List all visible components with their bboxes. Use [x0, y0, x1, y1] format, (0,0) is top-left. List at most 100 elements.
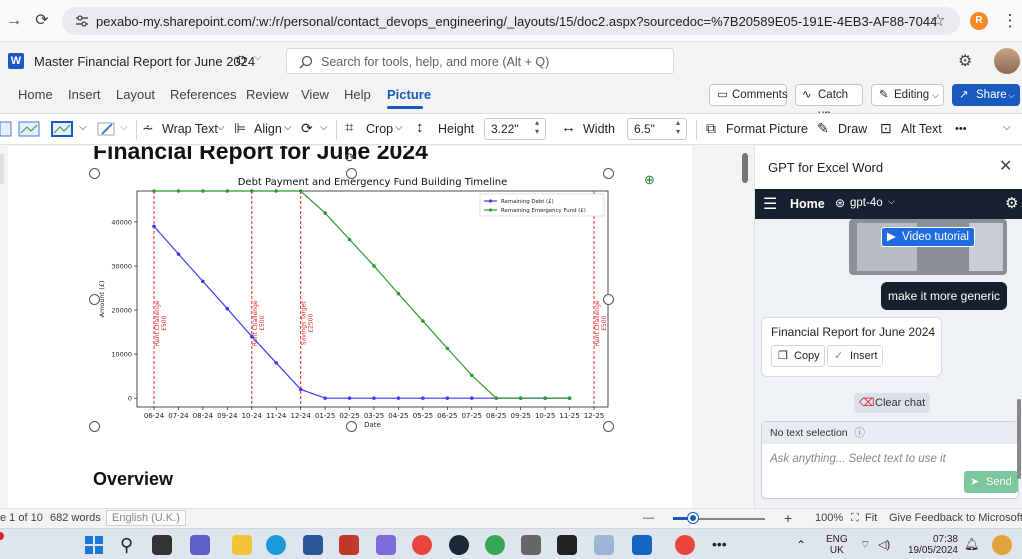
tab-review[interactable]: Review	[246, 87, 289, 102]
info-icon[interactable]: ⓘ	[855, 427, 866, 439]
user-avatar[interactable]	[994, 48, 1020, 74]
resize-handle[interactable]	[89, 168, 100, 179]
crop-button[interactable]: Crop	[366, 122, 393, 136]
alt-text-button[interactable]: Alt Text	[901, 122, 942, 136]
chrome-icon[interactable]	[412, 535, 432, 555]
windows-start-icon[interactable]	[84, 535, 104, 555]
close-icon[interactable]: ✕	[999, 156, 1012, 176]
chevron-down-icon[interactable]: ⌵	[254, 52, 262, 63]
settings-gear-icon[interactable]: ⚙	[958, 51, 972, 71]
more-options-button[interactable]: •••	[955, 123, 967, 135]
chevron-down-icon[interactable]: ⌵	[217, 122, 225, 133]
word-count[interactable]: 682 words	[50, 512, 101, 524]
chevron-down-icon[interactable]: ⌵	[888, 196, 895, 207]
catchup-button[interactable]: ∿ Catch up	[795, 84, 863, 121]
feedback-link[interactable]: Give Feedback to Microsoft	[889, 512, 1022, 524]
edge-icon[interactable]	[266, 535, 286, 555]
app-icon[interactable]	[557, 535, 577, 555]
draw-button[interactable]: Draw	[838, 122, 867, 136]
tab-insert[interactable]: Insert	[68, 87, 101, 102]
picture-border-icon[interactable]	[96, 120, 118, 138]
profile-avatar[interactable]: R	[970, 12, 988, 30]
picture-style-icon[interactable]	[51, 120, 73, 138]
app-icon[interactable]	[521, 535, 541, 555]
resize-handle[interactable]	[346, 421, 357, 432]
settings-gear-icon[interactable]: ⚙	[1005, 194, 1018, 212]
video-tutorial-button[interactable]: ▶ Video tutorial	[881, 227, 975, 247]
chrome-profile-icon[interactable]	[485, 535, 505, 555]
tab-help[interactable]: Help	[344, 87, 371, 102]
tab-picture[interactable]: Picture	[387, 87, 431, 102]
file-explorer-icon[interactable]	[232, 535, 252, 555]
language-switcher[interactable]: ENG UK	[826, 534, 848, 556]
volume-icon[interactable]: ◁)	[878, 538, 890, 551]
notification-bell-icon[interactable]: 🔔︎	[964, 537, 979, 551]
picture-style-icon[interactable]	[0, 120, 12, 138]
chrome-active-icon[interactable]	[675, 535, 695, 555]
prompt-input[interactable]: No text selection ⓘ Ask anything... Sele…	[761, 421, 1019, 499]
zoom-out-button[interactable]: —	[643, 512, 654, 524]
resize-handle[interactable]	[89, 294, 100, 305]
more-apps-icon[interactable]: •••	[712, 536, 727, 552]
bookmark-star-icon[interactable]: ☆	[928, 11, 948, 31]
browser-menu-icon[interactable]: ⋮	[1000, 11, 1020, 31]
site-settings-icon[interactable]	[74, 13, 90, 29]
task-view-icon[interactable]	[152, 535, 172, 555]
clear-chat-button[interactable]: ⌫ Clear chat	[854, 393, 930, 413]
overview-heading[interactable]: Overview	[93, 469, 173, 490]
forward-icon[interactable]: →	[4, 11, 24, 31]
share-button[interactable]: ↗ Share ⌵	[952, 84, 1020, 106]
editing-mode-button[interactable]: ✎ Editing ⌵	[871, 84, 944, 106]
tab-references[interactable]: References	[170, 87, 236, 102]
chevron-down-icon[interactable]: ⌵	[395, 122, 403, 133]
resize-handle[interactable]	[603, 294, 614, 305]
copilot-icon[interactable]	[992, 535, 1012, 555]
wrap-text-button[interactable]: Wrap Text	[162, 122, 218, 136]
report-heading[interactable]: Financial Report for June 2024	[93, 146, 428, 165]
resize-handle[interactable]	[346, 168, 357, 179]
reload-icon[interactable]: ⟳	[32, 11, 52, 31]
ribbon-collapse-chevron-icon[interactable]: ⌵	[1003, 122, 1011, 133]
chevron-down-icon[interactable]: ⌵	[79, 122, 87, 133]
tab-view[interactable]: View	[301, 87, 329, 102]
align-button[interactable]: Align	[254, 122, 282, 136]
chevron-down-icon[interactable]: ⌵	[284, 122, 292, 133]
photos-icon[interactable]	[594, 535, 614, 555]
picture-style-icon[interactable]	[18, 120, 40, 138]
chevron-down-icon[interactable]: ⌵	[120, 122, 128, 133]
panel-scrollbar[interactable]	[1017, 399, 1021, 479]
height-stepper[interactable]: ▴ ▾	[535, 118, 539, 136]
copy-button[interactable]: ❐ Copy	[771, 345, 825, 367]
add-comment-icon[interactable]: ⊕	[644, 172, 655, 188]
tab-home[interactable]: Home	[18, 87, 53, 102]
search-icon[interactable]: ⚲	[120, 535, 140, 555]
resize-handle[interactable]	[603, 421, 614, 432]
zoom-in-button[interactable]: +	[784, 510, 792, 526]
document-scrollbar[interactable]	[742, 153, 748, 183]
tray-chevron-icon[interactable]: ⌃	[796, 538, 806, 552]
teams-icon[interactable]	[190, 535, 210, 555]
model-selector[interactable]: gpt-4o	[850, 197, 883, 209]
comments-button[interactable]: ▭ Comments	[709, 84, 788, 106]
width-stepper[interactable]: ▴ ▾	[676, 118, 680, 136]
rotate-icon[interactable]: ⟳	[301, 120, 313, 137]
wifi-icon[interactable]: ⌔	[860, 538, 870, 552]
app-icon[interactable]	[632, 535, 652, 555]
page-count[interactable]: e 1 of 10	[0, 512, 43, 524]
chart-picture[interactable]: Debt Payment and Emergency Fund Building…	[94, 173, 609, 427]
store-icon[interactable]	[303, 535, 323, 555]
clock[interactable]: 07:38 19/05/2024	[904, 534, 958, 556]
fit-button[interactable]: Fit	[865, 512, 877, 524]
resize-handle[interactable]	[603, 168, 614, 179]
address-bar[interactable]: pexabo-my.sharepoint.com/:w:/r/personal/…	[62, 7, 960, 35]
search-input[interactable]: Search for tools, help, and more (Alt + …	[286, 48, 674, 74]
send-button[interactable]: ➤ Send	[964, 471, 1018, 493]
app-icon[interactable]	[339, 535, 359, 555]
resize-handle[interactable]	[89, 421, 100, 432]
insert-button[interactable]: ✓ Insert	[827, 345, 883, 367]
rotate-handle-icon[interactable]: ⟳	[345, 150, 356, 166]
format-picture-button[interactable]: Format Picture	[726, 122, 808, 136]
document-page[interactable]: Financial Report for June 2024 Debt Paym…	[8, 146, 692, 508]
zoom-slider-thumb[interactable]	[688, 513, 698, 523]
document-title[interactable]: Master Financial Report for June 2024	[34, 54, 255, 69]
